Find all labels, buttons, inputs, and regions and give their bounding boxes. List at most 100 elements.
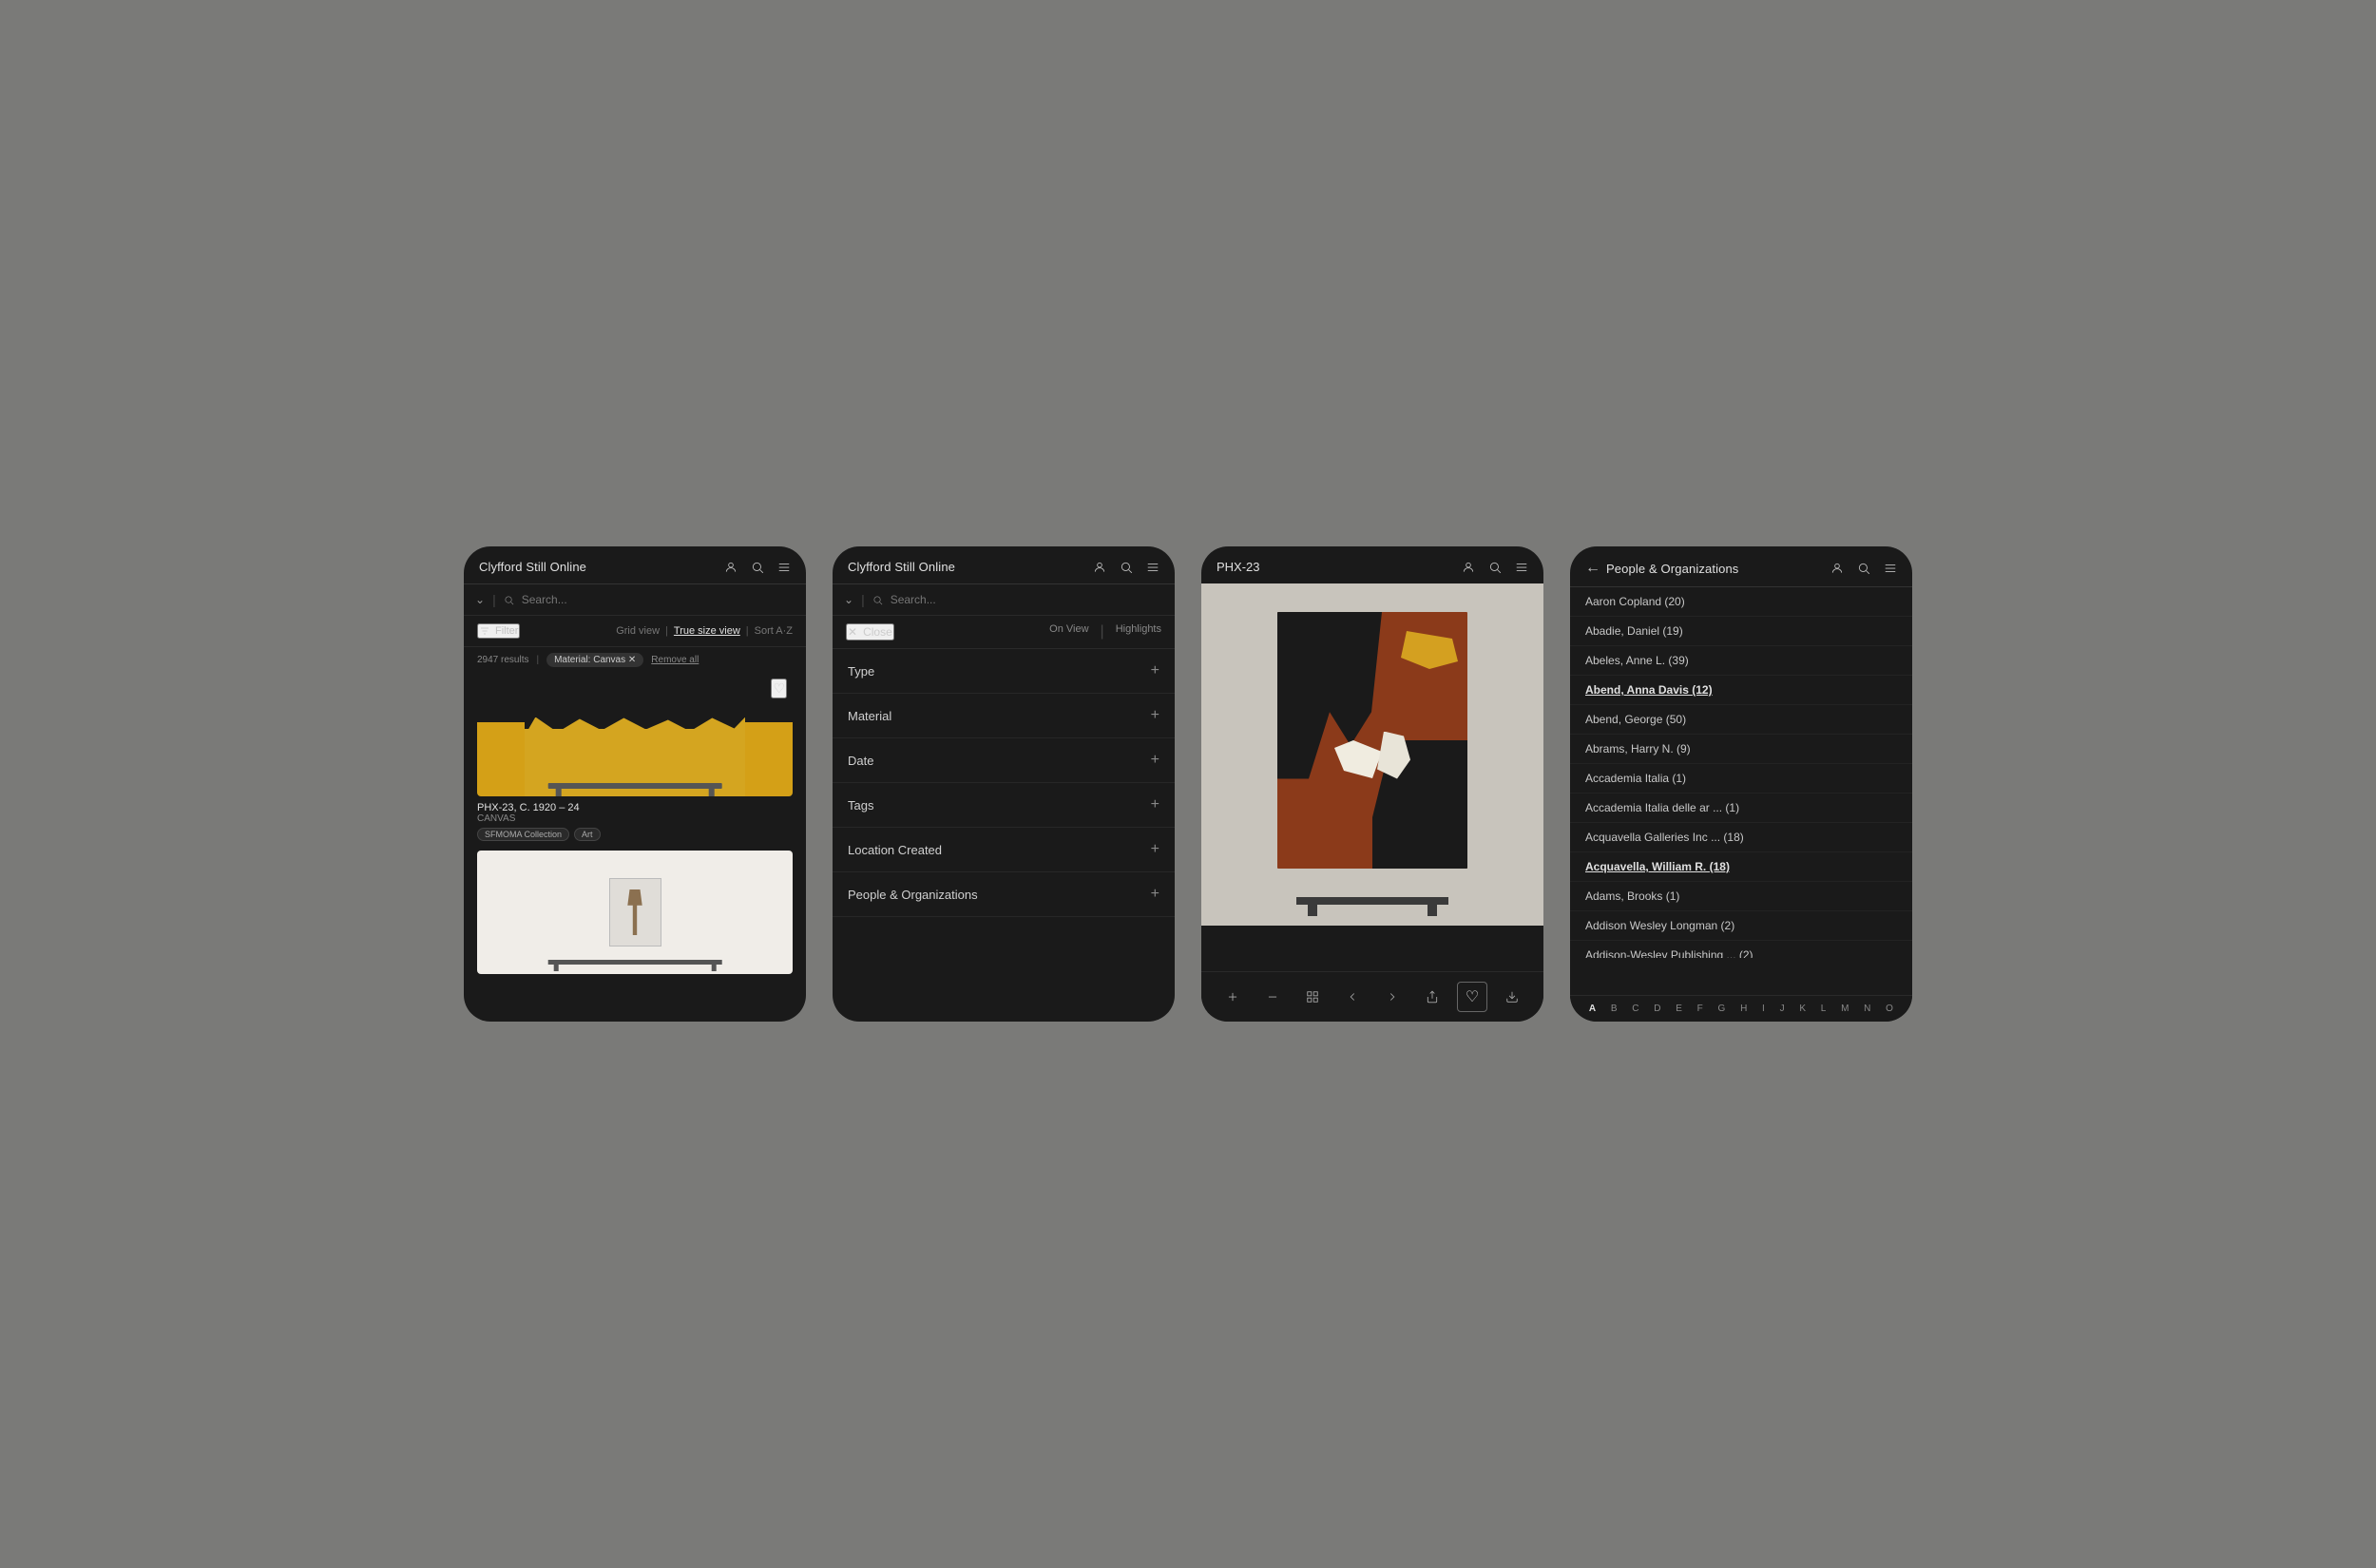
filter-tags[interactable]: Tags + — [833, 783, 1175, 828]
people-item-3[interactable]: Abend, Anna Davis (12) — [1570, 676, 1912, 705]
search-input-s2[interactable] — [891, 593, 1163, 606]
remove-all-link[interactable]: Remove all — [651, 655, 699, 665]
alpha-J[interactable]: J — [1780, 1004, 1785, 1014]
search-input[interactable] — [522, 593, 795, 606]
screen2-header-icons — [1093, 561, 1159, 574]
true-size-view-option[interactable]: True size view — [674, 625, 740, 637]
people-item-11[interactable]: Addison Wesley Longman (2) — [1570, 911, 1912, 941]
grid-view-button[interactable] — [1297, 982, 1328, 1012]
artwork-card-1[interactable]: ♡ PHX-23, C. 1920 – 24 CANVAS SFMOMA Col… — [477, 673, 793, 841]
alpha-A[interactable]: A — [1589, 1004, 1596, 1014]
sort-label[interactable]: Sort A·Z — [755, 625, 793, 637]
people-item-12[interactable]: Addison-Wesley Publishing ... (2) — [1570, 941, 1912, 958]
artwork-bench-1 — [548, 783, 722, 789]
filter-row: Filter Grid view | True size view | Sort… — [464, 616, 806, 647]
artwork-image-2 — [477, 851, 793, 974]
alpha-K[interactable]: K — [1799, 1004, 1806, 1014]
results-count: 2947 results — [477, 655, 528, 665]
screen1-header-icons — [724, 561, 791, 574]
menu-icon-s4[interactable] — [1884, 562, 1897, 575]
people-item-10[interactable]: Adams, Brooks (1) — [1570, 882, 1912, 911]
zoom-out-button[interactable] — [1257, 982, 1288, 1012]
people-item-8[interactable]: Acquavella Galleries Inc ... (18) — [1570, 823, 1912, 852]
alpha-M[interactable]: M — [1841, 1004, 1849, 1014]
people-item-5[interactable]: Abrams, Harry N. (9) — [1570, 735, 1912, 764]
person-icon-s4[interactable] — [1830, 562, 1844, 575]
people-item-7[interactable]: Accademia Italia delle ar ... (1) — [1570, 794, 1912, 823]
artwork-detail-display — [1201, 583, 1543, 926]
person-icon[interactable] — [724, 561, 738, 574]
close-label: Close — [863, 625, 892, 639]
screen1-browse: Clyfford Still Online ⌄ | — [464, 546, 806, 1022]
artwork-card-2[interactable] — [477, 851, 793, 974]
alpha-F[interactable]: F — [1697, 1004, 1703, 1014]
back-nav[interactable]: ← People & Organizations — [1585, 560, 1738, 577]
alpha-E[interactable]: E — [1676, 1004, 1682, 1014]
people-list: Aaron Copland (20) Abadie, Daniel (19) A… — [1570, 587, 1912, 958]
people-item-6[interactable]: Accademia Italia (1) — [1570, 764, 1912, 794]
tag-art[interactable]: Art — [574, 828, 601, 841]
next-button[interactable] — [1377, 982, 1408, 1012]
people-item-1[interactable]: Abadie, Daniel (19) — [1570, 617, 1912, 646]
people-item-9[interactable]: Acquavella, William R. (18) — [1570, 852, 1912, 882]
alpha-B[interactable]: B — [1611, 1004, 1618, 1014]
screen4-people: ← People & Organizations Aaron Copland (… — [1570, 546, 1912, 1022]
people-item-0[interactable]: Aaron Copland (20) — [1570, 587, 1912, 617]
filter-date[interactable]: Date + — [833, 738, 1175, 783]
artwork-tags-1: SFMOMA Collection Art — [477, 828, 793, 841]
filter-material[interactable]: Material + — [833, 694, 1175, 738]
share-button[interactable] — [1417, 982, 1447, 1012]
alpha-L[interactable]: L — [1821, 1004, 1827, 1014]
alpha-G[interactable]: G — [1718, 1004, 1726, 1014]
painting-main — [1277, 612, 1467, 869]
search-icon[interactable] — [751, 561, 764, 574]
highlights-toggle[interactable]: Highlights — [1116, 623, 1161, 641]
tags-expand-icon: + — [1151, 796, 1159, 813]
menu-icon-s2[interactable] — [1146, 561, 1159, 574]
menu-icon-s3[interactable] — [1515, 561, 1528, 574]
filter-button[interactable]: Filter — [477, 623, 520, 639]
alpha-H[interactable]: H — [1740, 1004, 1747, 1014]
people-item-2[interactable]: Abeles, Anne L. (39) — [1570, 646, 1912, 676]
artwork-bench-2 — [548, 960, 722, 965]
separator-s2: | — [861, 592, 865, 607]
filter-tag[interactable]: Material: Canvas ✕ — [546, 653, 643, 667]
date-expand-icon: + — [1151, 752, 1159, 769]
menu-icon[interactable] — [777, 561, 791, 574]
grid-view-option[interactable]: Grid view — [616, 625, 660, 637]
favorite-button-1[interactable]: ♡ — [771, 679, 787, 698]
alpha-C[interactable]: C — [1632, 1004, 1638, 1014]
artwork-info-1: PHX-23, C. 1920 – 24 CANVAS SFMOMA Colle… — [477, 796, 793, 841]
close-button[interactable]: ✕ Close — [846, 623, 894, 641]
material-expand-icon: + — [1151, 707, 1159, 724]
back-arrow-icon: ← — [1585, 560, 1600, 577]
screen2-title: Clyfford Still Online — [848, 560, 955, 574]
tag-sfmoma[interactable]: SFMOMA Collection — [477, 828, 569, 841]
zoom-in-button[interactable] — [1217, 982, 1248, 1012]
people-item-4[interactable]: Abend, George (50) — [1570, 705, 1912, 735]
on-view-toggle[interactable]: On View — [1049, 623, 1088, 641]
alpha-N[interactable]: N — [1864, 1004, 1870, 1014]
screen1-header: Clyfford Still Online — [464, 546, 806, 584]
person-icon-s3[interactable] — [1462, 561, 1475, 574]
person-icon-s2[interactable] — [1093, 561, 1106, 574]
painting-frame-2 — [609, 878, 661, 947]
separator: | — [492, 592, 496, 607]
detail-toolbar: ♡ — [1201, 971, 1543, 1022]
prev-button[interactable] — [1337, 982, 1368, 1012]
search-icon-s2[interactable] — [1120, 561, 1133, 574]
filter-icon — [479, 625, 490, 637]
filter-type[interactable]: Type + — [833, 649, 1175, 694]
search-icon-s4[interactable] — [1857, 562, 1870, 575]
search-icon-s3[interactable] — [1488, 561, 1502, 574]
alpha-I[interactable]: I — [1762, 1004, 1765, 1014]
view-toggles: On View | Highlights — [1049, 623, 1161, 641]
location-expand-icon: + — [1151, 841, 1159, 858]
alpha-O[interactable]: O — [1886, 1004, 1893, 1014]
chevron-icon: ⌄ — [475, 593, 485, 606]
download-button[interactable] — [1497, 982, 1527, 1012]
favorite-detail-button[interactable]: ♡ — [1457, 982, 1487, 1012]
alpha-D[interactable]: D — [1654, 1004, 1660, 1014]
filter-location[interactable]: Location Created + — [833, 828, 1175, 872]
filter-people[interactable]: People & Organizations + — [833, 872, 1175, 917]
